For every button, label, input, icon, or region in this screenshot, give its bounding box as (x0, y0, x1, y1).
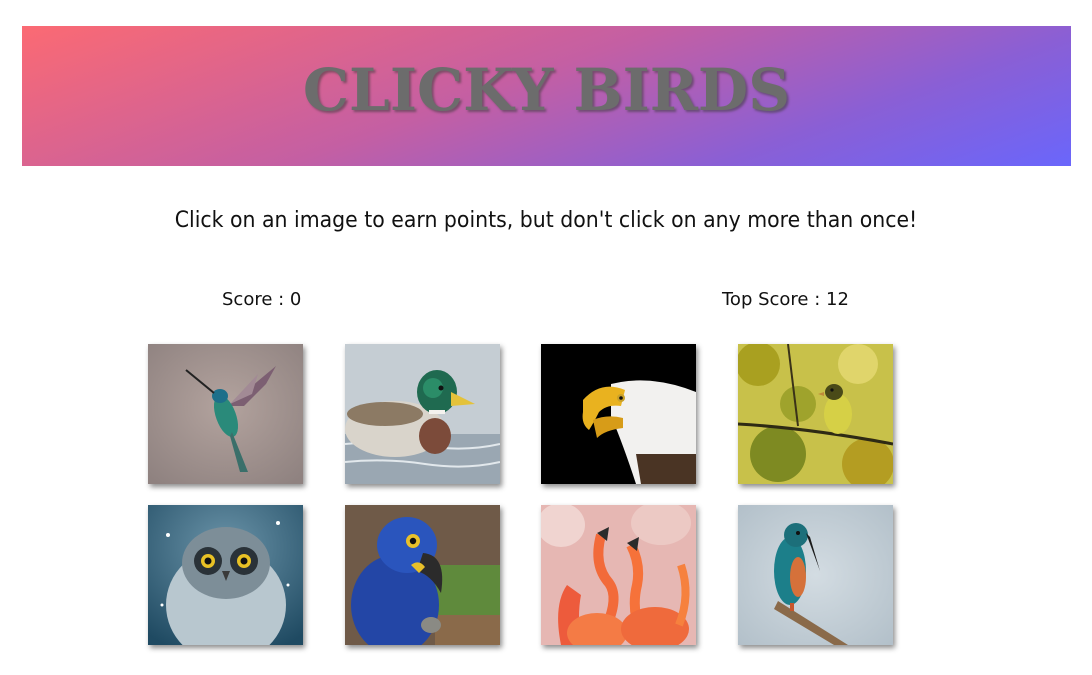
page-title: CLICKY BIRDS (302, 56, 791, 124)
bald-eagle-image (541, 344, 696, 484)
macaw-image (345, 505, 500, 645)
kingfisher-image (738, 505, 893, 645)
hummingbird-image (148, 344, 303, 484)
bird-card-flamingo[interactable] (541, 505, 696, 645)
finch-image (738, 344, 893, 484)
instructions-text: Click on an image to earn points, but do… (174, 208, 918, 233)
bird-card-finch[interactable] (738, 344, 893, 484)
bird-card-snowy-owl[interactable] (148, 505, 303, 645)
flamingo-image (541, 505, 696, 645)
top-score-display: Top Score : 12 (722, 289, 849, 310)
score-display: Score : 0 (222, 289, 302, 310)
bird-card-mallard-duck[interactable] (345, 344, 500, 484)
snowy-owl-image (148, 505, 303, 645)
bird-card-bald-eagle[interactable] (541, 344, 696, 484)
bird-card-macaw[interactable] (345, 505, 500, 645)
header-banner: CLICKY BIRDS (22, 26, 1071, 166)
bird-card-hummingbird[interactable] (148, 344, 303, 484)
bird-card-kingfisher[interactable] (738, 505, 893, 645)
mallard-duck-image (345, 344, 500, 484)
